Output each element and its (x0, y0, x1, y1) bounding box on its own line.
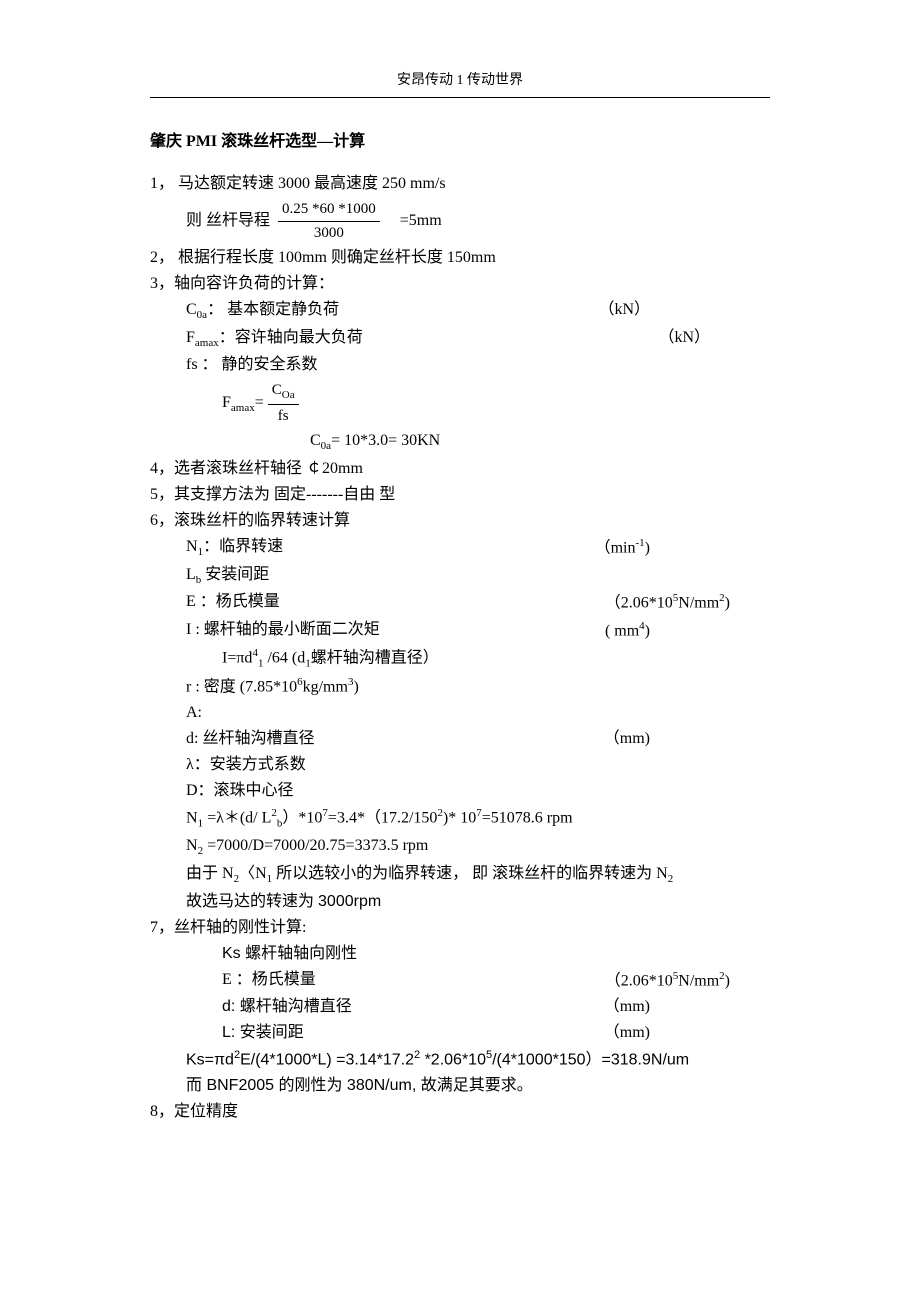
section-6-head: 6，滚珠丝杆的临界转速计算 (150, 509, 770, 533)
section-3-fs: fs ： 静的安全系数 (150, 353, 770, 377)
section-1-lead: 则 丝杆导程 0.25 *60 *1000 3000 =5mm (150, 198, 770, 244)
section-3-fmax: Famax：容许轴向最大负荷 （kN） (150, 326, 770, 352)
section-6-e: E ：杨氏模量 （2.06*105N/mm2) (150, 590, 770, 615)
section-3-eq: Famax= COa fs (150, 379, 770, 427)
lead-numerator: 0.25 *60 *1000 (278, 198, 380, 222)
lead-fraction: 0.25 *60 *1000 3000 (278, 198, 380, 244)
section-6-i: I : 螺杆轴的最小断面二次矩 ( mm4) (150, 618, 770, 643)
section-2: 2， 根据行程长度 100mm 则确定丝杆长度 150mm (150, 246, 770, 270)
section-7-l: L: 安装间距 （mm) (150, 1021, 770, 1045)
section-7-head: 7，丝杆轴的刚性计算: (150, 916, 770, 940)
section-6-conclusion2: 故选马达的转速为 3000rpm (150, 890, 770, 914)
section-3-frac: COa fs (268, 379, 299, 427)
section-6-iformula: I=πd41 /64 (d1螺杆轴沟槽直径） (150, 645, 770, 672)
lead-label: 则 丝杆导程 (150, 209, 270, 233)
section-7-d: d: 螺杆轴沟槽直径 （mm) (150, 995, 770, 1019)
section-3-c0a-val: C0a= 10*3.0= 30KN (150, 429, 770, 455)
section-8: 8，定位精度 (150, 1100, 770, 1124)
section-7-bnf: 而 BNF2005 的刚性为 380N/um, 故满足其要求。 (150, 1074, 770, 1098)
lead-denominator: 3000 (310, 222, 348, 245)
section-5: 5，其支撑方法为 固定-------自由 型 (150, 483, 770, 507)
section-6-D: D：滚珠中心径 (150, 779, 770, 803)
section-7-kseq: Ks=πd2E/(4*1000*L) =3.14*17.22 *2.06*105… (150, 1047, 770, 1072)
document-title: 肇庆 PMI 滚珠丝杆选型—计算 (150, 130, 770, 154)
section-7-ks: Ks 螺杆轴轴向刚性 (150, 942, 770, 966)
section-7-e: E ：杨氏模量 （2.06*105N/mm2) (150, 968, 770, 993)
section-3-head: 3，轴向容许负荷的计算： (150, 272, 770, 296)
section-6-lb: Lb 安装间距 (150, 563, 770, 589)
section-4: 4，选者滚珠丝杆轴径 ￠20mm (150, 457, 770, 481)
section-6-n2eq: N2 =7000/D=7000/20.75=3373.5 rpm (150, 834, 770, 860)
section-3-c0a: C0a： 基本额定静负荷 （kN） (150, 298, 770, 324)
section-1-line1: 1， 马达额定转速 3000 最高速度 250 mm/s (150, 172, 770, 196)
page-header: 安昂传动 1 传动世界 (150, 70, 770, 98)
section-6-n1: N1：临界转速 （min-1) (150, 535, 770, 561)
section-6-d: d: 丝杆轴沟槽直径 （mm) (150, 727, 770, 751)
section-6-a: A: (150, 701, 770, 725)
section-6-n1eq: N1 =λ＊(d/ L2b）*107=3.4*（17.2/1502)* 107=… (150, 805, 770, 832)
lead-result: =5mm (400, 209, 442, 233)
section-6-conclusion1: 由于 N2〈N1 所以选较小的为临界转速， 即 滚珠丝杆的临界转速为 N2 (150, 862, 770, 888)
section-6-lambda: λ：安装方式系数 (150, 753, 770, 777)
section-6-r: r : 密度 (7.85*106kg/mm3) (150, 674, 770, 699)
